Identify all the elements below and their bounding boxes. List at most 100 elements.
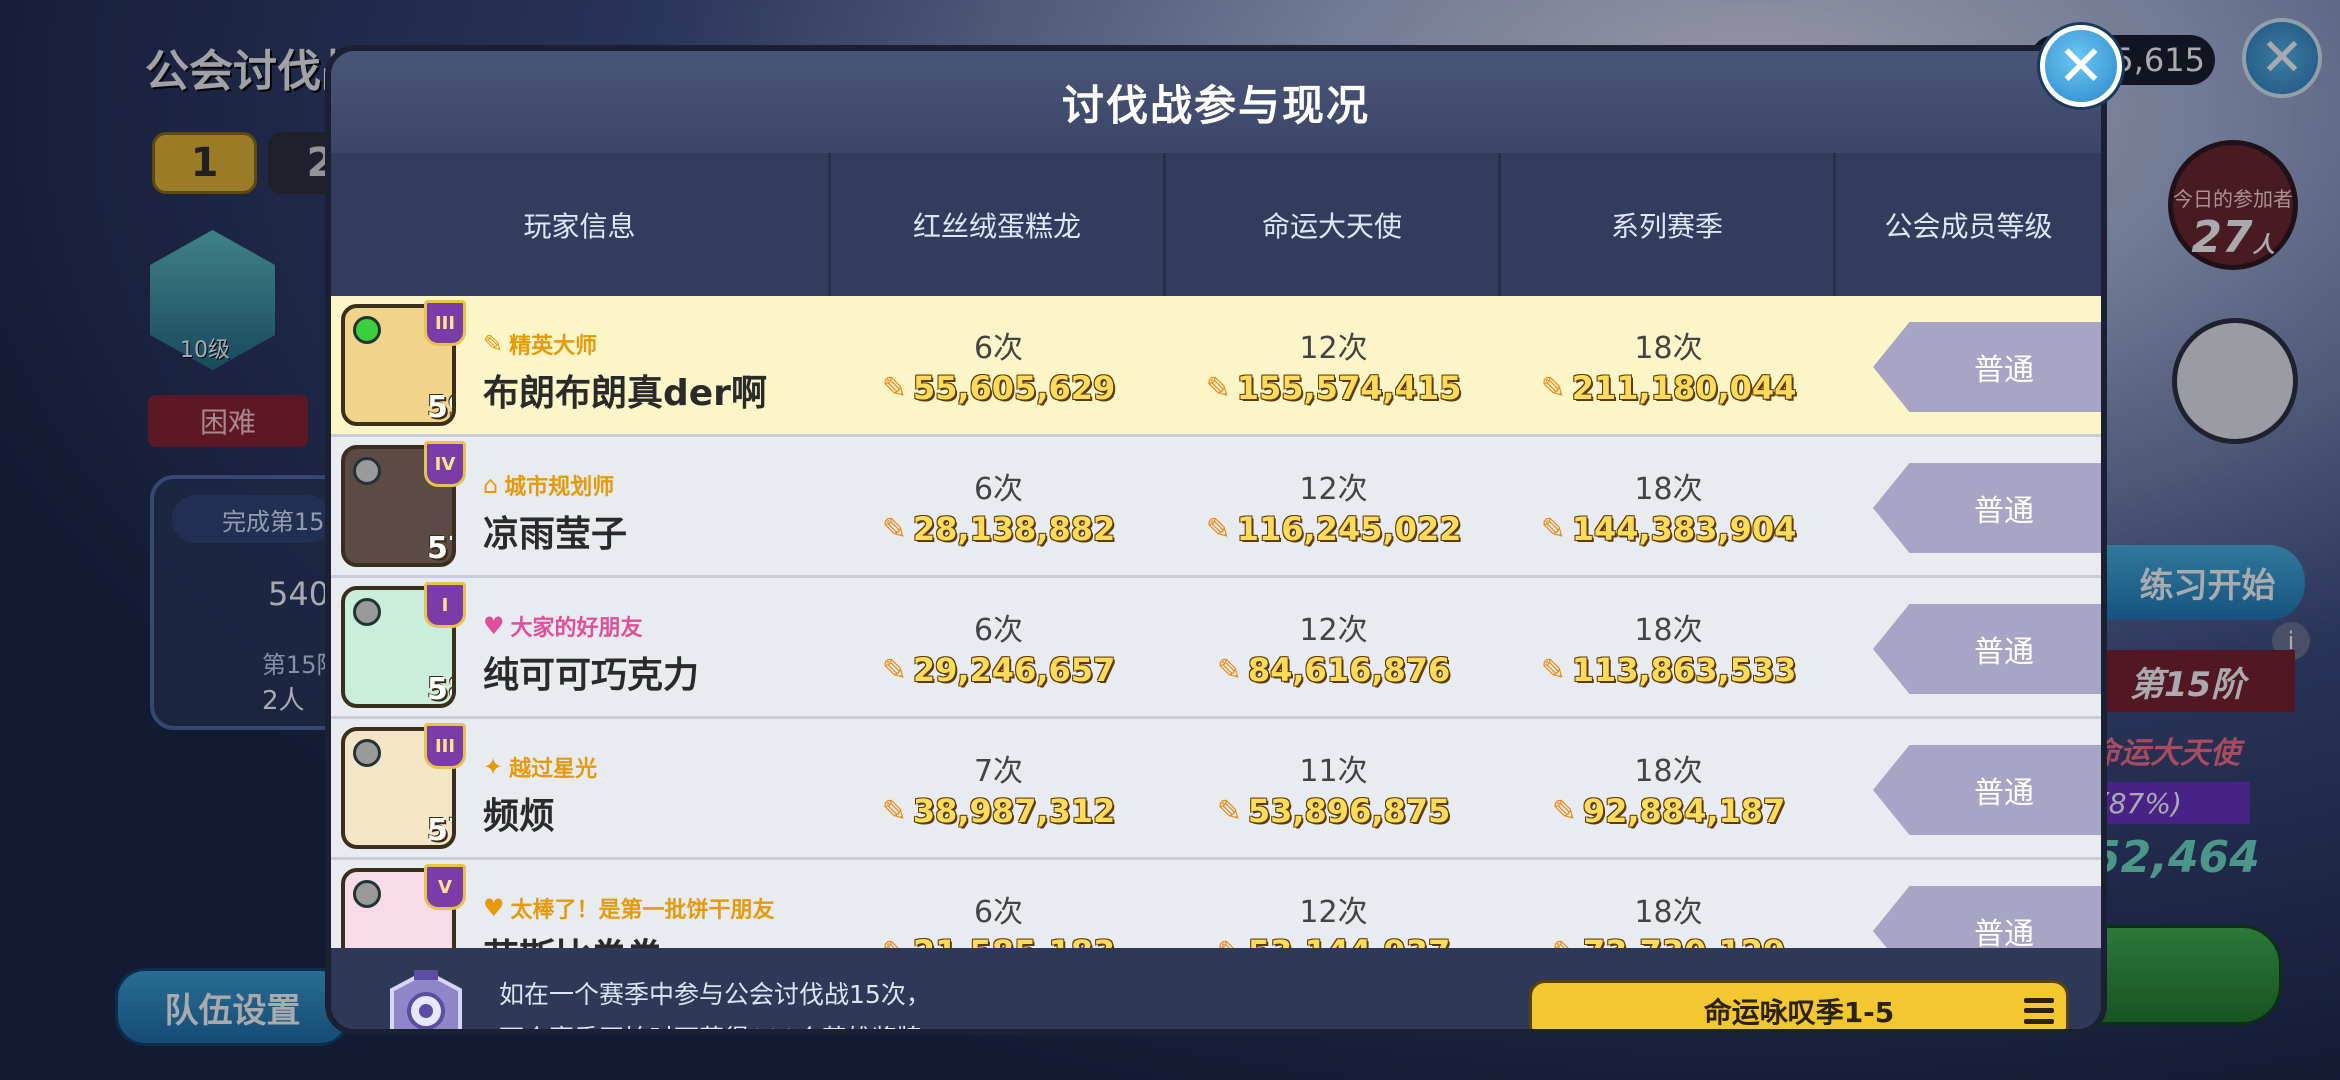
player-info: 57 IV ⌂ 城市规划师 凉雨莹子 <box>331 437 831 575</box>
modal-title: 讨伐战参与现况 <box>1061 80 1370 130</box>
player-info: 59 III ✎ 精英大师 布朗布朗真der啊 <box>331 296 831 434</box>
player-name: 凉雨莹子 <box>483 514 628 555</box>
grade-cell: 普通 <box>1836 437 2101 575</box>
attack-count: 7次 <box>973 754 1024 789</box>
damage-icon: ✎ <box>881 793 907 829</box>
header-season: 系列赛季 <box>1501 153 1836 296</box>
attack-count: 12次 <box>1299 331 1368 366</box>
grade-cell: 普通 <box>1836 578 2101 716</box>
stat-cell-2: 11次 ✎ 53,896,875 <box>1166 719 1501 857</box>
player-info: 58 I ♥ 大家的好朋友 纯可可巧克力 <box>331 578 831 716</box>
damage-score: 28,138,882 <box>912 510 1116 548</box>
member-list[interactable]: 59 III ✎ 精英大师 布朗布朗真der啊 6次 ✎ 55,605,629 … <box>331 296 2101 948</box>
rank-badge: III <box>424 723 466 769</box>
rank-badge: I <box>424 582 466 628</box>
member-row[interactable]: 59 III ✎ 精英大师 布朗布朗真der啊 6次 ✎ 55,605,629 … <box>331 296 2101 437</box>
online-status-icon <box>353 457 381 485</box>
damage-score: 38,987,312 <box>912 792 1116 830</box>
season-select-label: 命运咏叹季1-5 <box>1703 996 1895 1029</box>
attack-count: 18次 <box>1634 472 1703 507</box>
stat-cell-1: 7次 ✎ 38,987,312 <box>831 719 1166 857</box>
player-level: 59 <box>427 390 452 425</box>
member-row[interactable]: 57 IV ⌂ 城市规划师 凉雨莹子 6次 ✎ 28,138,882 12次 ✎… <box>331 437 2101 578</box>
column-header: 玩家信息 红丝绒蛋糕龙 命运大天使 系列赛季 公会成员等级 <box>331 153 2101 296</box>
member-grade-tag[interactable]: 普通 <box>1873 745 2101 835</box>
hero-medal-icon <box>390 970 462 1029</box>
damage-score: 211,180,044 <box>1571 369 1797 407</box>
player-name: 纯可可巧克力 <box>483 655 700 696</box>
header-boss-2: 命运大天使 <box>1166 153 1501 296</box>
player-name: 艾斯比卷卷 <box>483 928 663 948</box>
stat-cell-3: 18次 ✎ 92,884,187 <box>1501 719 1836 857</box>
participation-modal: 讨伐战参与现况 玩家信息 红丝绒蛋糕龙 命运大天使 系列赛季 公会成员等级 59… <box>325 45 2107 1035</box>
player-title: 越过星光 <box>509 757 598 782</box>
title-icon: ♥ <box>483 894 505 922</box>
online-status-icon <box>353 880 381 908</box>
player-title: 太棒了！是第一批饼干朋友 <box>510 898 775 923</box>
damage-icon: ✎ <box>1205 370 1231 406</box>
title-icon: ⌂ <box>483 471 499 499</box>
player-name: 频烦 <box>483 796 556 837</box>
member-row[interactable]: 57 III ✦ 越过星光 频烦 7次 ✎ 38,987,312 11次 ✎ 5… <box>331 719 2101 860</box>
damage-score: 55,605,629 <box>912 369 1116 407</box>
player-info: 57 III ✦ 越过星光 频烦 <box>331 719 831 857</box>
damage-icon: ✎ <box>882 935 907 949</box>
rank-badge: III <box>424 300 466 346</box>
damage-icon: ✎ <box>1217 935 1242 949</box>
member-grade-tag[interactable]: 普通 <box>1873 886 2101 948</box>
header-member-grade: 公会成员等级 <box>1884 209 2053 243</box>
attack-count: 6次 <box>973 331 1024 366</box>
online-status-icon <box>353 739 381 767</box>
stat-cell-1: 6次 ✎ 28,138,882 <box>831 437 1166 575</box>
close-icon: ✕ <box>2057 33 2105 99</box>
damage-icon: ✎ <box>1540 652 1566 688</box>
stat-cell-2: 12次 ✎ 53,144,937 <box>1166 860 1501 948</box>
damage-icon: ✎ <box>1552 935 1577 949</box>
damage-score: 53,896,875 <box>1247 792 1451 830</box>
member-grade-tag[interactable]: 普通 <box>1873 322 2101 412</box>
season-select-button[interactable]: 命运咏叹季1-5 <box>1529 980 2069 1029</box>
rank-badge: IV <box>424 441 466 487</box>
stat-cell-2: 12次 ✎ 155,574,415 <box>1166 296 1501 434</box>
damage-score: 21,585,183 <box>913 933 1115 948</box>
grade-cell: 普通 <box>1836 860 2101 948</box>
attack-count: 18次 <box>1634 613 1703 648</box>
damage-icon: ✎ <box>1216 652 1242 688</box>
player-info: V ♥ 太棒了！是第一批饼干朋友 艾斯比卷卷 <box>331 860 831 948</box>
attack-count: 12次 <box>1299 895 1368 930</box>
stat-cell-1: 6次 ✎ 55,605,629 <box>831 296 1166 434</box>
damage-score: 73,730,129 <box>1583 933 1785 948</box>
title-icon: ✎ <box>483 330 504 358</box>
footer-note: 如在一个赛季中参与公会讨伐战15次， 下个赛季开始时可获得800个英雄奖牌。 <box>499 973 947 1029</box>
modal-title-bar: 讨伐战参与现况 <box>331 51 2101 153</box>
menu-icon <box>2024 995 2054 1027</box>
attack-count: 6次 <box>973 613 1024 648</box>
attack-count: 6次 <box>973 895 1024 930</box>
stat-cell-2: 12次 ✎ 116,245,022 <box>1166 437 1501 575</box>
damage-score: 116,245,022 <box>1236 510 1462 548</box>
damage-score: 113,863,533 <box>1571 651 1797 689</box>
player-level: 57 <box>427 813 452 848</box>
modal-footer: 如在一个赛季中参与公会讨伐战15次， 下个赛季开始时可获得800个英雄奖牌。 命… <box>331 948 2101 1029</box>
damage-icon: ✎ <box>1205 511 1231 547</box>
player-name: 布朗布朗真der啊 <box>483 373 767 414</box>
grade-cell: 普通 <box>1836 719 2101 857</box>
modal-close-button[interactable]: ✕ <box>2040 25 2122 107</box>
player-title: 精英大师 <box>509 334 598 359</box>
stat-cell-3: 18次 ✎ 113,863,533 <box>1501 578 1836 716</box>
damage-icon: ✎ <box>1540 511 1566 547</box>
attack-count: 18次 <box>1634 331 1703 366</box>
damage-score: 84,616,876 <box>1247 651 1451 689</box>
member-row[interactable]: V ♥ 太棒了！是第一批饼干朋友 艾斯比卷卷 6次 ✎ 21,585,183 1… <box>331 860 2101 948</box>
member-row[interactable]: 58 I ♥ 大家的好朋友 纯可可巧克力 6次 ✎ 29,246,657 12次… <box>331 578 2101 719</box>
damage-icon: ✎ <box>881 511 907 547</box>
damage-icon: ✎ <box>1216 793 1242 829</box>
header-player-info: 玩家信息 <box>331 153 831 296</box>
damage-score: 29,246,657 <box>912 651 1116 689</box>
damage-icon: ✎ <box>881 370 907 406</box>
member-grade-tag[interactable]: 普通 <box>1873 604 2101 694</box>
rank-badge: V <box>424 864 466 910</box>
member-grade-tag[interactable]: 普通 <box>1873 463 2101 553</box>
damage-score: 92,884,187 <box>1582 792 1786 830</box>
footer-note-line-2: 下个赛季开始时可获得800个英雄奖牌。 <box>499 1017 947 1029</box>
